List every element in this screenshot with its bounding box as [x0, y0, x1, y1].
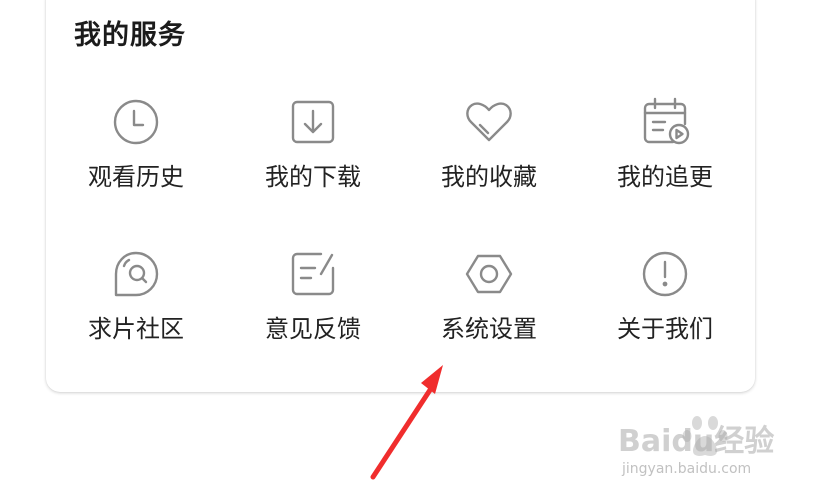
heart-icon: [463, 96, 515, 148]
service-label: 我的追更: [617, 163, 713, 191]
info-icon: [639, 248, 691, 300]
annotation-arrow: [360, 350, 460, 485]
search-chat-icon: [110, 248, 162, 300]
service-item-request-community[interactable]: 求片社区: [61, 248, 211, 368]
services-grid: 观看历史 我的下载 我的收藏 我的追更 求片社区 意见反馈 系统设置 关于我们: [46, 0, 755, 392]
service-item-watch-history[interactable]: 观看历史: [61, 96, 211, 216]
hexagon-settings-icon: [463, 248, 515, 300]
download-icon: [287, 96, 339, 148]
service-label: 观看历史: [88, 163, 184, 191]
service-label: 系统设置: [441, 315, 537, 343]
service-label: 求片社区: [88, 315, 184, 343]
service-item-about-us[interactable]: 关于我们: [590, 248, 740, 368]
baidu-watermark: Baidu经验 jingyan.baidu.com: [618, 410, 788, 490]
my-services-card: 我的服务 观看历史 我的下载 我的收藏 我的追更 求片社区 意见反馈 系统设置 …: [46, 0, 755, 392]
service-item-my-downloads[interactable]: 我的下载: [238, 96, 388, 216]
feedback-edit-icon: [287, 248, 339, 300]
watermark-brand: Baidu经验: [618, 424, 775, 459]
calendar-play-icon: [639, 96, 691, 148]
service-label: 我的下载: [265, 163, 361, 191]
service-item-my-follow-updates[interactable]: 我的追更: [590, 96, 740, 216]
service-item-my-favorites[interactable]: 我的收藏: [414, 96, 564, 216]
service-label: 意见反馈: [265, 315, 361, 343]
service-label: 我的收藏: [441, 163, 537, 191]
clock-icon: [110, 96, 162, 148]
service-label: 关于我们: [617, 315, 713, 343]
watermark-url: jingyan.baidu.com: [622, 461, 752, 477]
